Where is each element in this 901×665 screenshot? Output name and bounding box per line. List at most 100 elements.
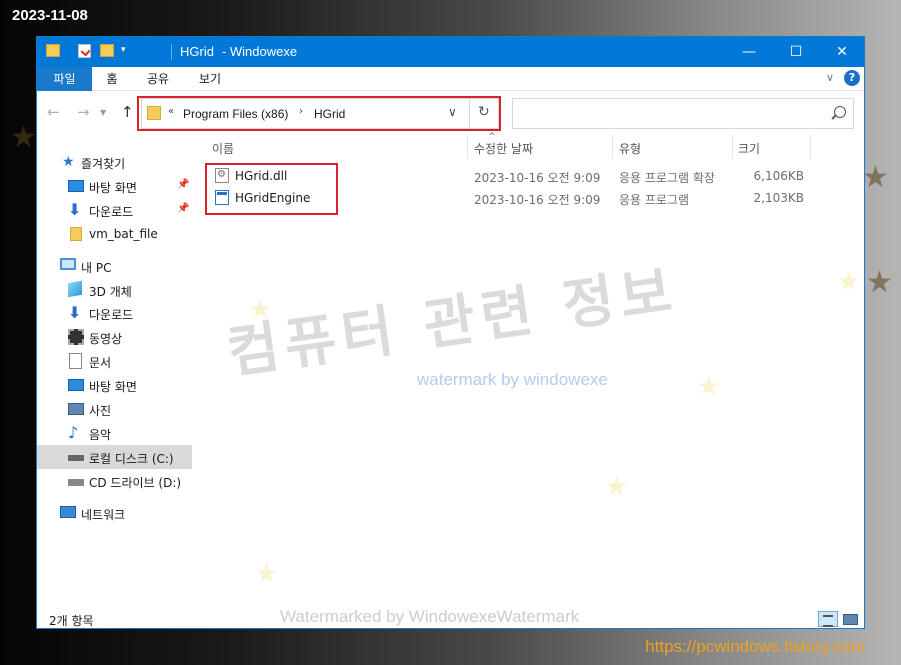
back-button[interactable]: ← <box>47 103 60 121</box>
search-icon[interactable] <box>834 106 846 118</box>
file-type: 응용 프로그램 확장 <box>619 171 715 185</box>
sidebar-item-this-pc[interactable]: 내 PC <box>37 254 192 278</box>
sidebar-item-label: 로컬 디스크 (C:) <box>89 452 174 466</box>
recent-locations-chevron-down-icon[interactable]: ▼ <box>100 108 106 117</box>
ribbon: 파일 홈 공유 보기 ∨ ? <box>37 67 864 91</box>
tab-view[interactable]: 보기 <box>197 67 223 91</box>
file-date: 2023-10-16 오전 9:09 <box>474 171 601 185</box>
sidebar-item-documents[interactable]: 문서 <box>37 349 192 373</box>
customize-toolbar-chevron-down-icon[interactable]: ▾ <box>121 45 126 55</box>
pin-icon: 📌 <box>177 203 190 214</box>
expand-ribbon-chevron-down-icon[interactable]: ∨ <box>826 71 834 84</box>
close-button[interactable]: ✕ <box>819 37 865 67</box>
sidebar-item-label: CD 드라이브 (D:) <box>89 476 182 490</box>
column-divider[interactable] <box>732 135 733 159</box>
site-url: https://pcwindows.tistory.com <box>645 637 865 656</box>
sidebar-item-label: 즐겨찾기 <box>81 157 126 171</box>
new-folder-icon[interactable] <box>100 44 114 57</box>
sidebar-item-label: 내 PC <box>81 261 112 275</box>
file-highlight-box <box>205 163 338 215</box>
file-date: 2023-10-16 오전 9:09 <box>474 193 601 207</box>
search-box[interactable] <box>512 98 854 129</box>
sidebar-item-videos[interactable]: 동영상 <box>37 325 192 349</box>
minimize-button[interactable]: — <box>726 37 772 67</box>
sidebar-item-label: 사진 <box>89 404 112 418</box>
date-stamp: 2023-11-08 <box>12 7 88 24</box>
file-type: 응용 프로그램 <box>619 193 690 207</box>
explorer-window: ▾ HGrid - Windowexe — ☐ ✕ 파일 홈 공유 보기 ∨ ? … <box>36 36 865 629</box>
large-icons-view-icon[interactable] <box>840 611 860 627</box>
download-icon: ⬇ <box>68 200 82 219</box>
address-highlight-box <box>137 96 501 131</box>
navigation-bar: ← → ▼ ↑ « Program Files (x86) › HGrid ∨ … <box>37 91 864 135</box>
title-separator <box>171 44 172 60</box>
title-bar[interactable]: ▾ HGrid - Windowexe — ☐ ✕ <box>37 37 864 67</box>
cd-drive-icon <box>68 479 84 486</box>
column-divider[interactable] <box>612 135 613 159</box>
sidebar-item-network[interactable]: 네트워크 <box>37 501 192 525</box>
document-icon <box>69 353 82 369</box>
3d-objects-icon <box>68 280 82 298</box>
desktop-icon <box>68 180 84 192</box>
watermark-star-icon: ★ <box>697 372 721 402</box>
tab-home[interactable]: 홈 <box>101 67 123 91</box>
column-header: ^ 이름 수정한 날짜 유형 크기 <box>192 132 866 159</box>
watermark-star-icon: ★ <box>249 295 273 325</box>
music-icon: ♪ <box>68 423 79 442</box>
file-size: 2,103KB <box>753 191 804 205</box>
sidebar-item-pictures[interactable]: 사진 <box>37 397 192 421</box>
sidebar-item-label: 3D 개체 <box>89 285 132 299</box>
pin-icon: 📌 <box>177 179 190 190</box>
star-icon: ★ <box>62 154 75 170</box>
column-header-type[interactable]: 유형 <box>619 140 641 157</box>
sidebar-item-desktop[interactable]: 바탕 화면 <box>37 373 192 397</box>
sidebar-item-local-disk-c[interactable]: 로컬 디스크 (C:) <box>37 445 192 469</box>
help-icon[interactable]: ? <box>844 70 860 86</box>
status-bar: 2개 항목 <box>37 607 864 629</box>
sidebar-item-3d-objects[interactable]: 3D 개체 <box>37 278 192 302</box>
maximize-button[interactable]: ☐ <box>773 37 819 67</box>
properties-icon[interactable] <box>78 44 91 58</box>
desktop-icon <box>68 379 84 391</box>
sidebar-item-downloads[interactable]: ⬇ 다운로드 <box>37 301 192 325</box>
network-icon <box>60 506 76 518</box>
sidebar-item-label: 바탕 화면 <box>89 380 137 394</box>
folder-icon <box>46 44 60 57</box>
column-header-name[interactable]: 이름 <box>212 140 234 157</box>
sidebar-item-label: 문서 <box>89 356 112 370</box>
folder-icon <box>70 227 82 241</box>
column-header-size[interactable]: 크기 <box>738 140 760 157</box>
pc-icon <box>60 258 76 270</box>
drive-icon <box>68 455 84 461</box>
item-count: 2개 항목 <box>49 614 94 628</box>
sidebar-item-downloads-pinned[interactable]: ⬇ 다운로드 📌 <box>37 198 192 222</box>
sidebar-item-desktop-pinned[interactable]: 바탕 화면 📌 <box>37 174 192 198</box>
column-header-date[interactable]: 수정한 날짜 <box>474 140 533 157</box>
sidebar-item-quick-access[interactable]: ★ 즐겨찾기 <box>37 150 192 174</box>
watermark-star-icon: ★ <box>255 559 279 589</box>
video-icon <box>68 329 84 345</box>
sidebar-item-label: 동영상 <box>89 332 123 346</box>
forward-button[interactable]: → <box>77 103 90 121</box>
navigation-pane: ★ 즐겨찾기 바탕 화면 📌 ⬇ 다운로드 📌 vm_bat_file 내 PC… <box>37 135 192 603</box>
window-title-app: - Windowexe <box>221 44 298 59</box>
sidebar-item-label: 음악 <box>89 428 112 442</box>
watermark-star-icon: ★ <box>605 472 629 502</box>
sidebar-item-vm-bat-file[interactable]: vm_bat_file <box>37 222 192 246</box>
watermark-english: watermark by windowexe <box>417 370 608 389</box>
tab-share[interactable]: 공유 <box>145 67 171 91</box>
sidebar-item-music[interactable]: ♪ 음악 <box>37 421 192 445</box>
sidebar-item-label: 네트워크 <box>81 508 126 522</box>
sidebar-item-label: 바탕 화면 <box>89 181 137 195</box>
tab-file[interactable]: 파일 <box>37 67 92 91</box>
up-button[interactable]: ↑ <box>121 103 134 121</box>
sidebar-item-label: 다운로드 <box>89 205 134 219</box>
column-divider[interactable] <box>467 135 468 159</box>
picture-icon <box>68 403 84 415</box>
watermark-star-icon: ★ <box>837 267 861 297</box>
details-view-icon[interactable] <box>818 611 838 627</box>
file-size: 6,106KB <box>753 169 804 183</box>
background-star-icon: ★ <box>10 120 37 155</box>
column-divider[interactable] <box>810 135 811 159</box>
sidebar-item-cd-drive-d[interactable]: CD 드라이브 (D:) <box>37 469 192 493</box>
